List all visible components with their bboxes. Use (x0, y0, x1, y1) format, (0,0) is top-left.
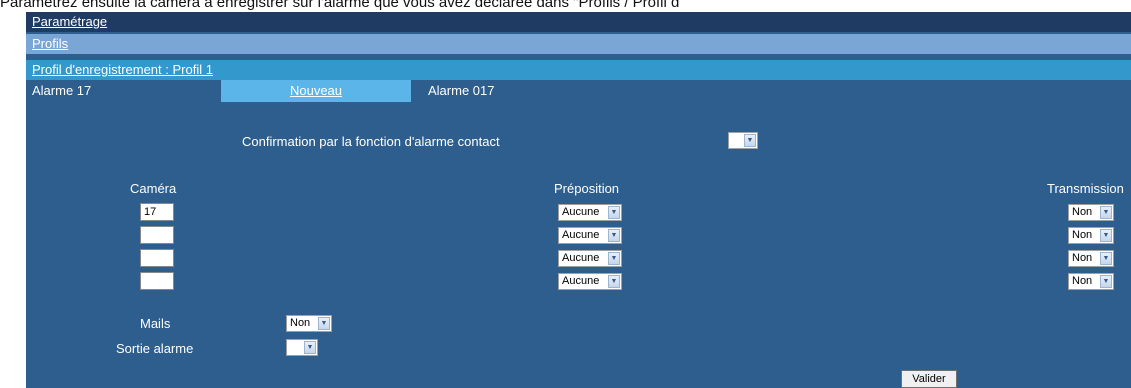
chevron-down-icon: ▼ (608, 275, 620, 288)
preposition-value-1: Aucune (562, 206, 600, 218)
preposition-select-4[interactable]: Aucune ▼ (558, 273, 622, 290)
profils-link[interactable]: Profils (32, 36, 68, 51)
camera-input-4[interactable] (140, 272, 174, 290)
preposition-value-4: Aucune (562, 275, 600, 287)
transmission-value-1: Non (1072, 206, 1093, 218)
valider-button[interactable]: Valider (901, 370, 957, 388)
alarm-name: Alarme 017 (428, 83, 495, 98)
chevron-down-icon: ▼ (1100, 252, 1112, 265)
sortie-alarme-select[interactable]: ▼ (286, 339, 318, 356)
chevron-down-icon: ▼ (304, 341, 316, 354)
transmission-select-2[interactable]: Non ▼ (1068, 227, 1114, 244)
parametrage-link[interactable]: Paramétrage (32, 14, 107, 29)
preposition-header: Préposition (554, 181, 620, 196)
chevron-down-icon: ▼ (1100, 275, 1112, 288)
settings-panel: Paramétrage Profils Profil d'enregistrem… (26, 12, 1131, 388)
tab-nouveau[interactable]: Nouveau (221, 80, 411, 102)
confirmation-select[interactable]: ▼ (728, 132, 758, 149)
nav-bar-parametrage: Paramétrage (26, 12, 1131, 32)
transmission-value-2: Non (1072, 229, 1093, 241)
preposition-value-2: Aucune (562, 229, 600, 241)
document-text: Paramétrez ensuite la caméra à enregistr… (0, 0, 680, 10)
preposition-select-3[interactable]: Aucune ▼ (558, 250, 622, 267)
preposition-value-3: Aucune (562, 252, 600, 264)
mails-value: Non (290, 317, 311, 329)
camera-header: Caméra (130, 181, 177, 196)
chevron-down-icon: ▼ (318, 317, 330, 330)
nav-bar-profils: Profils (26, 34, 1131, 54)
profil-enregistrement-link[interactable]: Profil d'enregistrement : Profil 1 (32, 62, 213, 77)
transmission-header: Transmission (1047, 181, 1124, 196)
transmission-select-3[interactable]: Non ▼ (1068, 250, 1114, 267)
alarm-title: Alarme 17 (32, 83, 92, 98)
chevron-down-icon: ▼ (1100, 229, 1112, 242)
nav-bar-profil-enregistrement: Profil d'enregistrement : Profil 1 (26, 60, 1131, 80)
transmission-select-4[interactable]: Non ▼ (1068, 273, 1114, 290)
chevron-down-icon: ▼ (608, 206, 620, 219)
sortie-alarme-label: Sortie alarme (116, 341, 194, 356)
chevron-down-icon: ▼ (608, 229, 620, 242)
camera-input-1[interactable]: 17 (140, 203, 174, 221)
transmission-value-4: Non (1072, 275, 1093, 287)
preposition-select-1[interactable]: Aucune ▼ (558, 204, 622, 221)
transmission-select-1[interactable]: Non ▼ (1068, 204, 1114, 221)
chevron-down-icon: ▼ (1100, 206, 1112, 219)
nouveau-link[interactable]: Nouveau (290, 83, 342, 98)
chevron-down-icon: ▼ (744, 134, 756, 147)
preposition-select-2[interactable]: Aucune ▼ (558, 227, 622, 244)
camera-input-2[interactable] (140, 226, 174, 244)
mails-label: Mails (140, 316, 171, 331)
mails-select[interactable]: Non ▼ (286, 315, 332, 332)
confirmation-label: Confirmation par la fonction d'alarme co… (242, 134, 500, 149)
transmission-value-3: Non (1072, 252, 1093, 264)
camera-input-3[interactable] (140, 249, 174, 267)
chevron-down-icon: ▼ (608, 252, 620, 265)
